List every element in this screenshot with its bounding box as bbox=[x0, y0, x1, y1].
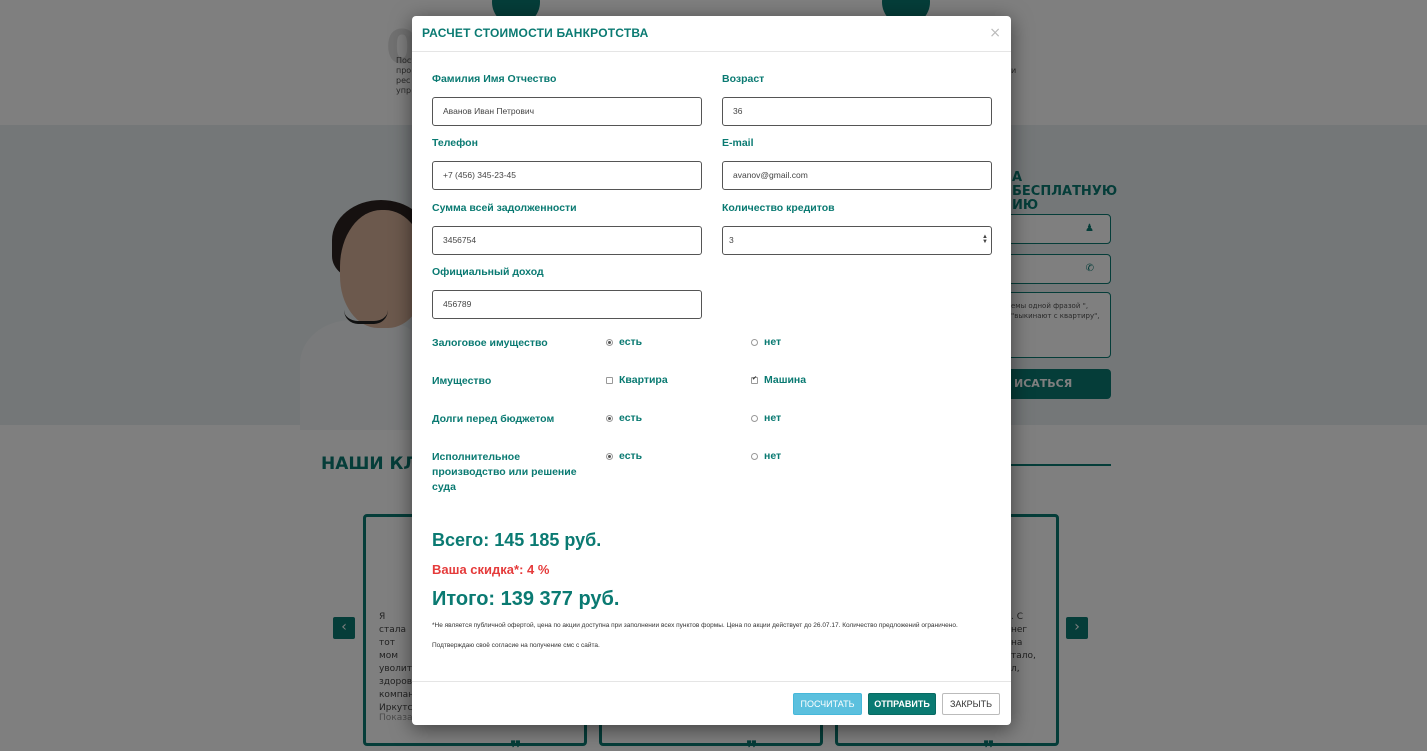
credits-select[interactable]: 3 ▲ ▼ bbox=[722, 226, 992, 255]
select-arrows-icon: ▲ ▼ bbox=[982, 234, 988, 245]
debt-input[interactable]: 3456754 bbox=[432, 226, 702, 255]
budget-yes-label[interactable]: есть bbox=[619, 412, 642, 424]
email-label: E-mail bbox=[722, 137, 754, 149]
collateral-yes-radio[interactable] bbox=[606, 339, 613, 346]
enforcement-no-label[interactable]: нет bbox=[764, 450, 781, 462]
property-label: Имущество bbox=[432, 375, 492, 387]
phone-input[interactable]: +7 (456) 345-23-45 bbox=[432, 161, 702, 190]
budget-no-label[interactable]: нет bbox=[764, 412, 781, 424]
enforcement-yes-label[interactable]: есть bbox=[619, 450, 642, 462]
bankruptcy-cost-modal: РАСЧЕТ СТОИМОСТИ БАНКРОТСТВА × Фамилия И… bbox=[412, 16, 1011, 725]
final-amount: Итого: 139 377 руб. bbox=[432, 588, 620, 610]
apartment-checkbox[interactable] bbox=[606, 377, 613, 384]
budget-yes-radio[interactable] bbox=[606, 415, 613, 422]
income-input[interactable]: 456789 bbox=[432, 290, 702, 319]
debt-label: Сумма всей задолженности bbox=[432, 202, 577, 214]
enforcement-label: Исполнительное производство или решение … bbox=[432, 451, 577, 493]
age-input[interactable]: 36 bbox=[722, 97, 992, 126]
budget-debts-label: Долги перед бюджетом bbox=[432, 413, 555, 425]
modal-header: РАСЧЕТ СТОИМОСТИ БАНКРОТСТВА × bbox=[412, 16, 1011, 52]
credits-select-value: 3 bbox=[729, 235, 734, 245]
car-checkbox[interactable] bbox=[751, 375, 758, 384]
budget-no-radio[interactable] bbox=[751, 415, 758, 422]
collateral-label: Залоговое имущество bbox=[432, 337, 548, 349]
total-amount: Всего: 145 185 руб. bbox=[432, 530, 602, 550]
fio-input[interactable]: Аванов Иван Петрович bbox=[432, 97, 702, 126]
phone-label: Телефон bbox=[432, 137, 478, 149]
collateral-no-radio[interactable] bbox=[751, 339, 758, 346]
calculate-button[interactable]: ПОСЧИТАТЬ bbox=[793, 693, 862, 715]
offer-disclaimer: *Не является публичной офертой, цена по … bbox=[432, 622, 958, 629]
close-icon[interactable]: × bbox=[989, 25, 1001, 41]
sms-consent-text: Подтверждаю своё согласие на получение с… bbox=[432, 642, 600, 649]
apartment-label[interactable]: Квартира bbox=[619, 374, 668, 386]
age-label: Возраст bbox=[722, 73, 765, 85]
discount-amount: Ваша скидка*: 4 % bbox=[432, 562, 550, 577]
credits-label: Количество кредитов bbox=[722, 202, 835, 214]
fio-label: Фамилия Имя Отчество bbox=[432, 73, 557, 85]
car-label[interactable]: Машина bbox=[764, 374, 806, 386]
modal-footer: ПОСЧИТАТЬ ОТПРАВИТЬ ЗАКРЫТЬ bbox=[412, 681, 1011, 725]
income-label: Официальный доход bbox=[432, 266, 544, 278]
collateral-yes-label[interactable]: есть bbox=[619, 336, 642, 348]
enforcement-yes-radio[interactable] bbox=[606, 453, 613, 460]
modal-title: РАСЧЕТ СТОИМОСТИ БАНКРОТСТВА bbox=[422, 26, 649, 40]
email-input[interactable]: avanov@gmail.com bbox=[722, 161, 992, 190]
enforcement-no-radio[interactable] bbox=[751, 453, 758, 460]
send-button[interactable]: ОТПРАВИТЬ bbox=[868, 693, 936, 715]
close-button[interactable]: ЗАКРЫТЬ bbox=[942, 693, 1000, 715]
collateral-no-label[interactable]: нет bbox=[764, 336, 781, 348]
